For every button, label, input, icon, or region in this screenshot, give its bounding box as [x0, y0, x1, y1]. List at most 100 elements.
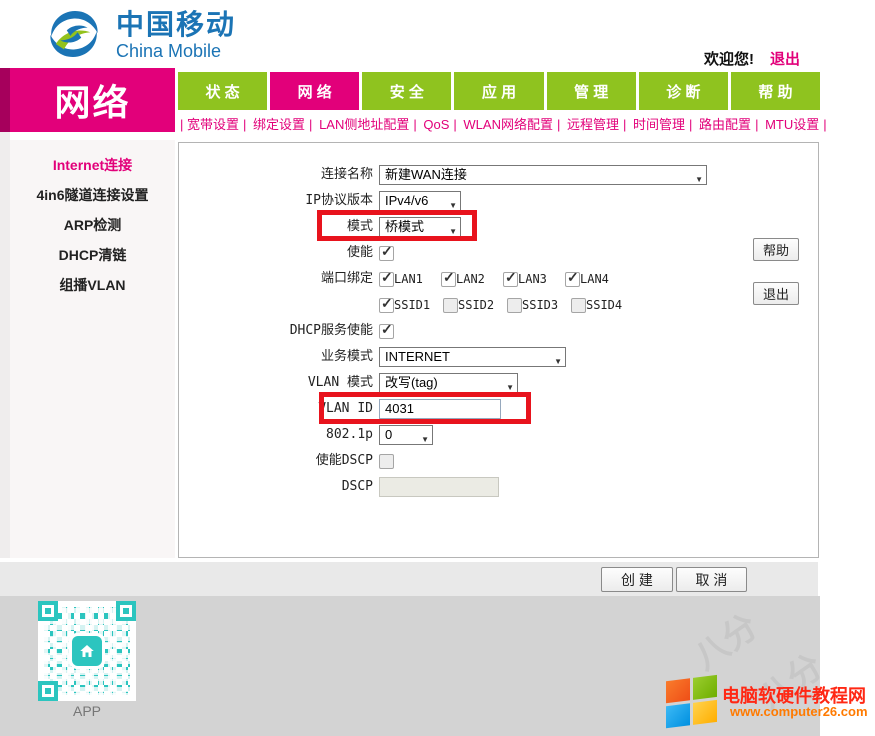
lan2-label: LAN2 — [456, 272, 485, 286]
ssid3-checkbox[interactable] — [507, 298, 522, 313]
connection-name-value: 新建WAN连接 — [385, 167, 467, 182]
action-strip: 创 建 取 消 — [0, 562, 818, 596]
sidebar-item-arp[interactable]: ARP检测 — [10, 210, 175, 240]
china-mobile-logo-text: 中国移动 China Mobile — [116, 5, 237, 61]
subnav-binding[interactable]: 绑定设置 — [253, 117, 315, 132]
welcome-text: 欢迎您! — [703, 51, 754, 68]
subnav-wlan[interactable]: WLAN网络配置 — [463, 117, 563, 132]
enable-checkbox[interactable] — [379, 243, 394, 261]
router-admin-page: 中国移动 China Mobile 欢迎您! 退出 网络 状 态 网 络 安 全 … — [0, 0, 875, 736]
tab-status[interactable]: 状 态 — [178, 72, 268, 110]
exit-button[interactable]: 退出 — [753, 282, 799, 305]
tab-management[interactable]: 管 理 — [546, 72, 636, 110]
tab-network[interactable]: 网 络 — [270, 72, 360, 110]
mode-value: 桥模式 — [385, 219, 425, 234]
tab-security[interactable]: 安 全 — [362, 72, 452, 110]
sidebar-item-mvlan[interactable]: 组播VLAN — [10, 270, 175, 300]
subnav-route[interactable]: 路由配置 — [699, 117, 761, 132]
dscp-label: DSCP — [341, 479, 373, 494]
dscp-enable-checkbox[interactable] — [379, 454, 394, 469]
dot1p-value: 0 — [385, 427, 393, 442]
dscp-input — [379, 477, 499, 497]
service-mode-value: INTERNET — [385, 349, 450, 364]
qr-finder-icon — [116, 601, 136, 621]
subnav-qos[interactable]: QoS — [423, 117, 459, 132]
dot1p-label: 802.1p — [326, 427, 373, 442]
qr-finder-icon — [38, 601, 58, 621]
sidebar-item-4in6[interactable]: 4in6隧道连接设置 — [10, 180, 175, 210]
lan4-checkbox[interactable] — [565, 269, 580, 287]
cancel-button[interactable]: 取 消 — [676, 567, 747, 592]
section-title: 网络 — [10, 68, 175, 132]
mode-label: 模式 — [346, 219, 373, 234]
connection-name-label: 连接名称 — [320, 167, 373, 182]
connection-name-select[interactable]: 新建WAN连接 ▼ — [379, 165, 707, 185]
lan3-checkbox[interactable] — [503, 269, 518, 287]
vlan-id-label: VLAN ID — [318, 401, 373, 416]
ip-version-value: IPv4/v6 — [385, 193, 429, 208]
chevron-down-icon: ▼ — [449, 201, 457, 210]
app-qr-code — [38, 601, 136, 701]
ssid1-checkbox[interactable] — [379, 295, 394, 313]
sidebar: Internet连接 4in6隧道连接设置 ARP检测 DHCP清链 组播VLA… — [10, 140, 175, 558]
qr-center-badge — [69, 633, 105, 669]
ip-version-label: IP协议版本 — [305, 193, 373, 208]
ssid2-checkbox[interactable] — [443, 298, 458, 313]
dot1p-select[interactable]: 0 ▼ — [379, 425, 433, 445]
enable-label: 使能 — [346, 245, 373, 260]
ssid2-label: SSID2 — [458, 298, 495, 312]
chevron-down-icon: ▼ — [421, 435, 429, 444]
vlan-mode-select[interactable]: 改写(tag) ▼ — [379, 373, 518, 393]
lan4-label: LAN4 — [580, 272, 609, 286]
tab-application[interactable]: 应 用 — [454, 72, 544, 110]
sidebar-item-internet[interactable]: Internet连接 — [10, 150, 175, 180]
brand-name-en: China Mobile — [116, 41, 222, 61]
tab-diagnosis[interactable]: 诊 断 — [638, 72, 728, 110]
sidebar-item-dhcp[interactable]: DHCP清链 — [10, 240, 175, 270]
chevron-down-icon: ▼ — [554, 357, 562, 366]
dhcp-enable-checkbox[interactable] — [379, 321, 394, 339]
flag-pane-blue — [666, 703, 690, 729]
windows-flag-icon — [666, 674, 718, 729]
flag-pane-green — [693, 674, 717, 700]
left-gutter — [0, 132, 10, 558]
chevron-down-icon: ▼ — [449, 227, 457, 236]
ip-version-select[interactable]: IPv4/v6 ▼ — [379, 191, 461, 211]
subnav-lan-addr[interactable]: LAN侧地址配置 — [319, 117, 420, 132]
ssid4-checkbox[interactable] — [571, 298, 586, 313]
dhcp-enable-label: DHCP服务使能 — [289, 323, 373, 338]
logout-link[interactable]: 退出 — [770, 51, 800, 68]
home-icon — [72, 636, 102, 666]
sub-nav: 宽带设置 绑定设置 LAN侧地址配置 QoS WLAN网络配置 远程管理 时间管… — [180, 114, 840, 134]
welcome-bar: 欢迎您! 退出 — [704, 48, 800, 69]
brand-name-cn: 中国移动 — [116, 9, 237, 40]
subnav-broadband[interactable]: 宽带设置 — [187, 117, 249, 132]
flag-pane-red — [666, 678, 690, 704]
tab-help[interactable]: 帮 助 — [730, 72, 820, 110]
subnav-remote[interactable]: 远程管理 — [567, 117, 629, 132]
create-button[interactable]: 创 建 — [601, 567, 673, 592]
app-label: APP — [72, 703, 101, 719]
vlan-mode-value: 改写(tag) — [385, 375, 438, 390]
subnav-mtu[interactable]: MTU设置 — [765, 117, 830, 132]
lan1-checkbox[interactable] — [379, 269, 394, 287]
help-button[interactable]: 帮助 — [753, 238, 799, 261]
chevron-down-icon: ▼ — [695, 175, 703, 184]
lan1-label: LAN1 — [394, 272, 423, 286]
vlan-mode-label: VLAN 模式 — [307, 375, 373, 390]
site-logo: 电脑软硬件教程网 www.computer26.com — [660, 672, 875, 732]
ssid1-label: SSID1 — [394, 298, 431, 312]
wan-connection-form: 连接名称 新建WAN连接 ▼ IP协议版本 IPv4/v6 ▼ 模式 桥模式 ▼ 使能… — [178, 142, 819, 558]
dscp-enable-label: 使能DSCP — [315, 453, 373, 468]
mode-select[interactable]: 桥模式 ▼ — [379, 217, 461, 237]
subnav-time[interactable]: 时间管理 — [633, 117, 695, 132]
port-binding-label: 端口绑定 — [320, 271, 373, 286]
service-mode-select[interactable]: INTERNET ▼ — [379, 347, 566, 367]
vlan-id-input[interactable]: 4031 — [379, 399, 501, 419]
service-mode-label: 业务模式 — [320, 349, 373, 364]
chevron-down-icon: ▼ — [506, 383, 514, 392]
main-nav-tabs: 状 态 网 络 安 全 应 用 管 理 诊 断 帮 助 — [178, 72, 820, 110]
lan2-checkbox[interactable] — [441, 269, 456, 287]
header: 中国移动 China Mobile 欢迎您! 退出 — [0, 0, 875, 68]
qr-finder-icon — [38, 681, 58, 701]
